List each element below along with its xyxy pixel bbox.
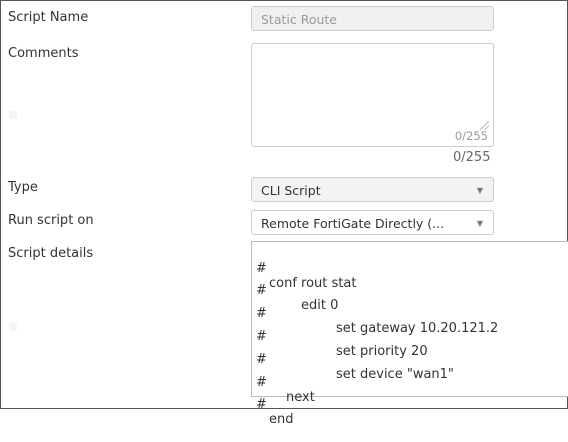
- script-name-label: Script Name: [8, 10, 89, 25]
- type-select[interactable]: CLI Script ▼: [251, 177, 494, 202]
- comments-textarea[interactable]: 0/255: [251, 43, 494, 147]
- chevron-down-icon: ▼: [476, 186, 483, 195]
- comments-inner-counter: 0/255: [454, 129, 488, 143]
- script-line-code: edit 0: [301, 298, 339, 313]
- script-line-code: set gateway 10.20.121.2: [336, 321, 499, 336]
- type-label: Type: [8, 180, 38, 195]
- script-line-code: set device "wan1": [336, 367, 454, 382]
- script-details-label: Script details: [8, 246, 94, 261]
- chevron-down-icon: ▼: [476, 219, 483, 228]
- script-line-code: conf rout stat: [269, 276, 357, 291]
- comments-label: Comments: [8, 46, 79, 61]
- script-details-editor[interactable]: # conf rout stat # edit 0 # set gateway …: [251, 241, 568, 427]
- script-name-input: Static Route: [251, 6, 494, 31]
- type-select-value: CLI Script: [261, 183, 321, 198]
- script-line: # end: [256, 382, 294, 442]
- script-form: Script Name Static Route Comments 0/255 …: [0, 0, 568, 427]
- run-on-select-value: Remote FortiGate Directly (...: [261, 216, 445, 231]
- faint-marker: [9, 111, 17, 119]
- script-line-hash: #: [256, 397, 267, 412]
- script-name-value: Static Route: [261, 12, 338, 27]
- script-line-code: set priority 20: [336, 344, 428, 359]
- comments-outer-counter: 0/255: [453, 150, 491, 165]
- run-on-select[interactable]: Remote FortiGate Directly (... ▼: [251, 210, 494, 235]
- run-on-label: Run script on: [8, 213, 94, 228]
- faint-marker: [9, 323, 17, 331]
- script-line-code: next: [286, 390, 315, 405]
- script-line-code: end: [269, 412, 294, 427]
